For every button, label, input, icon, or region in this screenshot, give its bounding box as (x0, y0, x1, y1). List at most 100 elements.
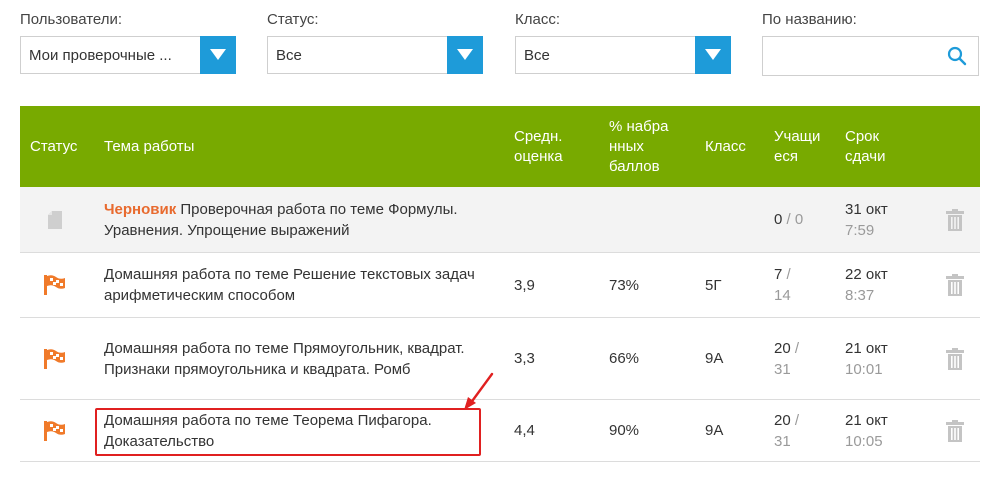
row-class: 5Г (705, 276, 722, 294)
row-due-date: 21 окт (845, 339, 888, 357)
filter-search: По названию: (762, 0, 979, 80)
status-select[interactable]: Все (267, 36, 483, 74)
column-header-theme[interactable]: Тема работы (104, 106, 404, 187)
row-percent (609, 187, 689, 252)
trash-icon (946, 419, 964, 442)
row-students: 20 / 31 (774, 400, 834, 461)
column-header-due-line1: Срок (845, 127, 880, 145)
row-students-separator: / (782, 211, 795, 228)
row-due-date: 22 окт (845, 266, 888, 283)
row-average (514, 187, 594, 252)
chevron-down-icon (210, 49, 226, 60)
row-due: 22 окт 8:37 (845, 253, 925, 317)
trash-icon (946, 347, 964, 370)
row-status (20, 318, 90, 399)
highlight-box (95, 408, 481, 456)
annotation-arrow-icon (464, 372, 494, 410)
row-status (20, 400, 90, 461)
draft-badge: Черновик (104, 200, 177, 218)
row-due: 21 окт 10:01 (845, 318, 925, 399)
trash-icon (946, 208, 964, 231)
row-theme-text: Домашняя работа по теме Решение текстовы… (104, 266, 475, 304)
delete-button[interactable] (940, 400, 970, 461)
column-header-average-line2: оценка (514, 147, 563, 165)
row-average: 3,3 (514, 350, 535, 367)
filter-status: Статус: Все (267, 0, 483, 80)
draft-document-icon (48, 210, 62, 229)
row-students: 0 / 0 (774, 187, 834, 252)
row-due: 31 окт 7:59 (845, 187, 925, 252)
delete-button[interactable] (940, 253, 970, 317)
column-header-percent-line1: % набра (609, 117, 669, 135)
row-students-total: 31 (774, 360, 791, 378)
row-due: 21 окт 10:05 (845, 400, 925, 461)
column-header-students-line1: Учащи (774, 127, 821, 145)
column-header-due[interactable]: Срок сдачи (845, 106, 915, 187)
column-header-status[interactable]: Статус (30, 106, 100, 187)
row-percent: 90% (609, 422, 640, 439)
search-icon[interactable] (947, 46, 967, 66)
delete-button[interactable] (940, 187, 970, 252)
row-due-time: 7:59 (845, 221, 875, 239)
row-class: 9А (705, 350, 724, 367)
row-due-date: 21 окт (845, 411, 888, 429)
chevron-down-icon (705, 49, 721, 60)
users-select-dropdown-button[interactable] (200, 36, 236, 74)
delete-button[interactable] (940, 318, 970, 399)
column-header-percent[interactable]: % набра нных баллов (609, 106, 689, 187)
class-select[interactable]: Все (515, 36, 731, 74)
row-students-separator: / (790, 411, 800, 429)
chevron-down-icon (457, 49, 473, 60)
checkered-flag-icon (44, 275, 65, 295)
class-select-value: Все (524, 47, 550, 64)
filter-class-label: Класс: (515, 11, 560, 28)
column-header-percent-line3: баллов (609, 157, 660, 175)
row-students-separator: / (790, 339, 800, 357)
row-status (20, 253, 90, 317)
row-due-time: 8:37 (845, 287, 875, 304)
filter-status-label: Статус: (267, 11, 319, 28)
column-header-average[interactable]: Средн. оценка (514, 106, 594, 187)
filter-search-label: По названию: (762, 11, 857, 28)
row-students-done: 20 (774, 411, 791, 429)
row-due-date: 31 окт (845, 200, 888, 218)
row-students-total: 31 (774, 432, 791, 450)
status-select-dropdown-button[interactable] (447, 36, 483, 74)
column-header-due-line2: сдачи (845, 147, 886, 165)
filters-bar: Пользователи: Мои проверочные ... Статус… (0, 0, 995, 100)
table-header: Статус Тема работы Средн. оценка % набра… (20, 106, 980, 187)
row-theme[interactable]: Черновик Проверочная работа по теме Форм… (104, 187, 484, 252)
row-average: 4,4 (514, 422, 535, 439)
users-select[interactable]: Мои проверочные ... (20, 36, 236, 74)
row-status (20, 187, 90, 252)
row-students-total: 0 (794, 211, 804, 228)
filter-users: Пользователи: Мои проверочные ... (20, 0, 236, 80)
row-class: 9А (705, 422, 724, 439)
column-header-average-line1: Средн. (514, 127, 563, 145)
row-students: 20 / 31 (774, 318, 834, 399)
column-header-students[interactable]: Учащи еся (774, 106, 834, 187)
filter-users-label: Пользователи: (20, 11, 123, 28)
table-row[interactable]: Домашняя работа по теме Прямоугольник, к… (20, 318, 980, 400)
class-select-dropdown-button[interactable] (695, 36, 731, 74)
column-header-students-line2: еся (774, 147, 798, 165)
row-students-done: 20 (774, 339, 791, 357)
row-class (705, 187, 765, 252)
trash-icon (946, 274, 964, 296)
row-percent: 66% (609, 350, 640, 367)
row-theme-text: Домашняя работа по теме Прямоугольник, к… (104, 339, 465, 378)
row-due-time: 10:05 (845, 432, 883, 450)
row-students-done: 0 (774, 211, 783, 228)
column-header-class[interactable]: Класс (705, 106, 765, 187)
users-select-value: Мои проверочные ... (29, 47, 172, 64)
row-average: 3,9 (514, 276, 535, 294)
table-row[interactable]: Домашняя работа по теме Решение текстовы… (20, 253, 980, 318)
row-students: 7 / 14 (774, 253, 834, 317)
checkered-flag-icon (44, 348, 65, 369)
row-due-time: 10:01 (845, 360, 883, 378)
row-students-total: 14 (774, 287, 791, 304)
column-header-percent-line2: нных (609, 137, 644, 155)
table-row[interactable]: Черновик Проверочная работа по теме Форм… (20, 187, 980, 253)
row-theme[interactable]: Домашняя работа по теме Решение текстовы… (104, 253, 484, 317)
row-theme[interactable]: Домашняя работа по теме Прямоугольник, к… (104, 318, 484, 399)
